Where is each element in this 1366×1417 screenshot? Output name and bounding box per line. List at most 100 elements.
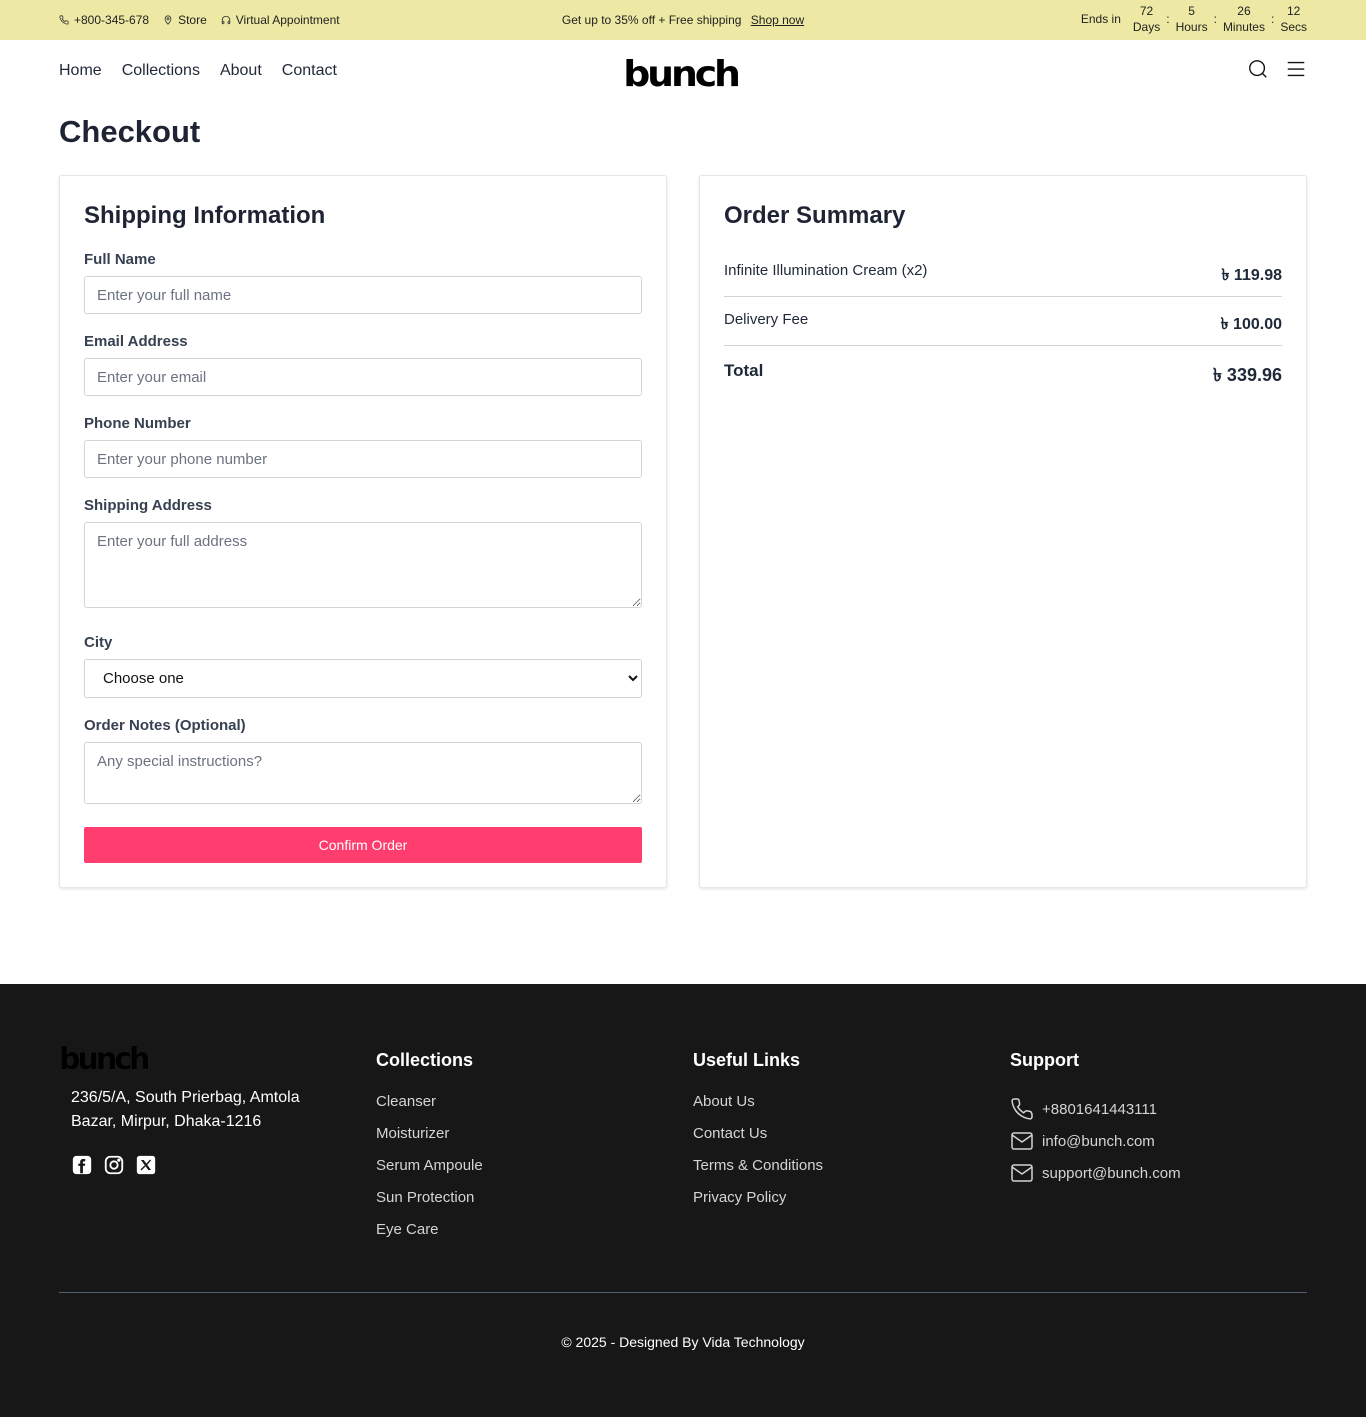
support-email-info-text: info@bunch.com: [1042, 1132, 1155, 1150]
mail-icon: [1011, 1164, 1033, 1182]
location-pin-icon: [164, 15, 172, 25]
email-label: Email Address: [84, 333, 188, 350]
site-footer: bunch 236/5/A, South Prierbag, Amtola Ba…: [0, 984, 1366, 1417]
phone-label: Phone Number: [84, 415, 191, 432]
footer-link-eye-care[interactable]: Eye Care: [376, 1221, 483, 1253]
phone-text: +800-345-678: [74, 13, 150, 27]
footer-collections: Collections Cleanser Moisturizer Serum A…: [376, 1050, 483, 1253]
countdown-separator: :: [1213, 12, 1217, 26]
full-name-input[interactable]: [84, 276, 642, 314]
full-name-label: Full Name: [84, 251, 156, 268]
brand-logo[interactable]: bunch: [623, 54, 741, 95]
header-actions: [1247, 58, 1307, 80]
search-icon[interactable]: [1247, 58, 1269, 80]
countdown-unit: Hours: [1175, 20, 1208, 34]
countdown-value: 26: [1237, 4, 1251, 18]
nav-about[interactable]: About: [220, 62, 262, 80]
footer-link-contact-us[interactable]: Contact Us: [693, 1125, 823, 1157]
main-nav: Home Collections About Contact: [59, 62, 337, 80]
footer-address: 236/5/A, South Prierbag, Amtola Bazar, M…: [71, 1089, 300, 1130]
support-heading: Support: [1010, 1050, 1079, 1070]
summary-divider: [724, 296, 1282, 297]
topbar-contacts: +800-345-678 Store Virtual Appointment: [59, 13, 340, 27]
shipping-card: Shipping Information Full Name Email Add…: [59, 175, 667, 888]
appointment-text: Virtual Appointment: [235, 13, 340, 27]
footer-link-serum-ampoule[interactable]: Serum Ampoule: [376, 1157, 483, 1189]
promo-text: Get up to 35% off + Free shipping: [561, 13, 742, 27]
countdown-hours: 5 Hours: [1176, 3, 1208, 35]
summary-item-row: Infinite Illumination Cream (x2) ৳ 119.9…: [724, 262, 1282, 289]
nav-home[interactable]: Home: [59, 62, 102, 80]
notes-textarea[interactable]: [84, 742, 642, 804]
nav-collections[interactable]: Collections: [122, 62, 200, 80]
city-select[interactable]: Choose one: [84, 659, 642, 698]
summary-divider: [724, 345, 1282, 346]
headphones-icon: [221, 15, 230, 25]
countdown-timer: Ends in 72 Days : 5 Hours : 26 Minutes : 12…: [1081, 3, 1307, 35]
store-text: Store: [178, 13, 207, 27]
item-name: Infinite Illumination Cream (x2): [724, 262, 928, 279]
footer-link-about-us[interactable]: About Us: [693, 1093, 823, 1125]
summary-heading: Order Summary: [724, 202, 906, 229]
support-email-support[interactable]: support@bunch.com: [1010, 1157, 1181, 1189]
email-input[interactable]: [84, 358, 642, 396]
footer-link-privacy[interactable]: Privacy Policy: [693, 1189, 823, 1221]
shipping-heading: Shipping Information: [84, 202, 326, 229]
address-textarea[interactable]: [84, 522, 642, 608]
footer-useful-links: Useful Links About Us Contact Us Terms &…: [693, 1050, 823, 1221]
support-phone[interactable]: +8801641443111: [1010, 1093, 1181, 1125]
order-summary-card: Order Summary Infinite Illumination Crea…: [699, 175, 1307, 888]
support-email-support-text: support@bunch.com: [1042, 1164, 1181, 1182]
shop-now-link[interactable]: Shop now: [751, 13, 804, 27]
total-label: Total: [724, 361, 764, 380]
facebook-icon[interactable]: [71, 1154, 93, 1176]
copyright-text: © 2025 - Designed By Vida Technology: [561, 1334, 805, 1350]
countdown-separator: :: [1166, 12, 1170, 26]
footer-support: Support +8801641443111 info@bunch.com su…: [1010, 1050, 1181, 1189]
announcement-bar: +800-345-678 Store Virtual Appointment G…: [0, 0, 1366, 40]
useful-links-heading: Useful Links: [693, 1050, 801, 1070]
address-label: Shipping Address: [84, 497, 212, 514]
support-email-info[interactable]: info@bunch.com: [1010, 1125, 1181, 1157]
footer-logo[interactable]: bunch: [59, 1042, 150, 1077]
delivery-price: ৳ 100.00: [1220, 316, 1282, 333]
notes-label: Order Notes (Optional): [84, 717, 246, 734]
phone-contact[interactable]: +800-345-678: [59, 13, 149, 27]
phone-input[interactable]: [84, 440, 642, 478]
countdown-value: 72: [1139, 4, 1154, 18]
phone-icon: [1011, 1098, 1033, 1120]
countdown-days: 72 Days: [1133, 3, 1160, 35]
countdown-unit: Days: [1132, 20, 1161, 34]
ends-in-label: Ends in: [1080, 12, 1121, 26]
countdown-separator: :: [1270, 12, 1275, 26]
footer-link-moisturizer[interactable]: Moisturizer: [376, 1125, 483, 1157]
footer-link-terms[interactable]: Terms & Conditions: [693, 1157, 823, 1189]
countdown-unit: Minutes: [1222, 20, 1265, 34]
mail-icon: [1011, 1132, 1033, 1150]
summary-total-row: Total ৳ 339.96: [724, 361, 1282, 392]
instagram-icon[interactable]: [103, 1154, 125, 1176]
countdown-minutes: 26 Minutes: [1223, 3, 1265, 35]
phone-icon: [59, 15, 69, 25]
footer-link-sun-protection[interactable]: Sun Protection: [376, 1189, 483, 1221]
site-header: Home Collections About Contact bunch: [0, 40, 1366, 104]
footer-divider: [59, 1292, 1307, 1293]
countdown-value: 5: [1188, 4, 1195, 18]
delivery-label: Delivery Fee: [724, 311, 809, 328]
countdown-seconds: 12 Secs: [1280, 3, 1307, 35]
item-price: ৳ 119.98: [1221, 267, 1282, 284]
store-link[interactable]: Store: [163, 13, 207, 27]
menu-icon[interactable]: [1285, 58, 1307, 80]
x-twitter-icon[interactable]: [135, 1154, 157, 1176]
countdown-value: 12: [1286, 4, 1301, 18]
summary-delivery-row: Delivery Fee ৳ 100.00: [724, 311, 1282, 338]
virtual-appointment-link[interactable]: Virtual Appointment: [221, 13, 340, 27]
page-title: Checkout: [59, 114, 201, 149]
confirm-order-button[interactable]: Confirm Order: [84, 827, 642, 863]
support-phone-text: +8801641443111: [1042, 1100, 1157, 1118]
collections-heading: Collections: [376, 1050, 474, 1070]
footer-link-cleanser[interactable]: Cleanser: [376, 1093, 483, 1125]
social-links: [71, 1154, 157, 1176]
nav-contact[interactable]: Contact: [282, 62, 337, 80]
total-price: ৳ 339.96: [1212, 365, 1282, 385]
